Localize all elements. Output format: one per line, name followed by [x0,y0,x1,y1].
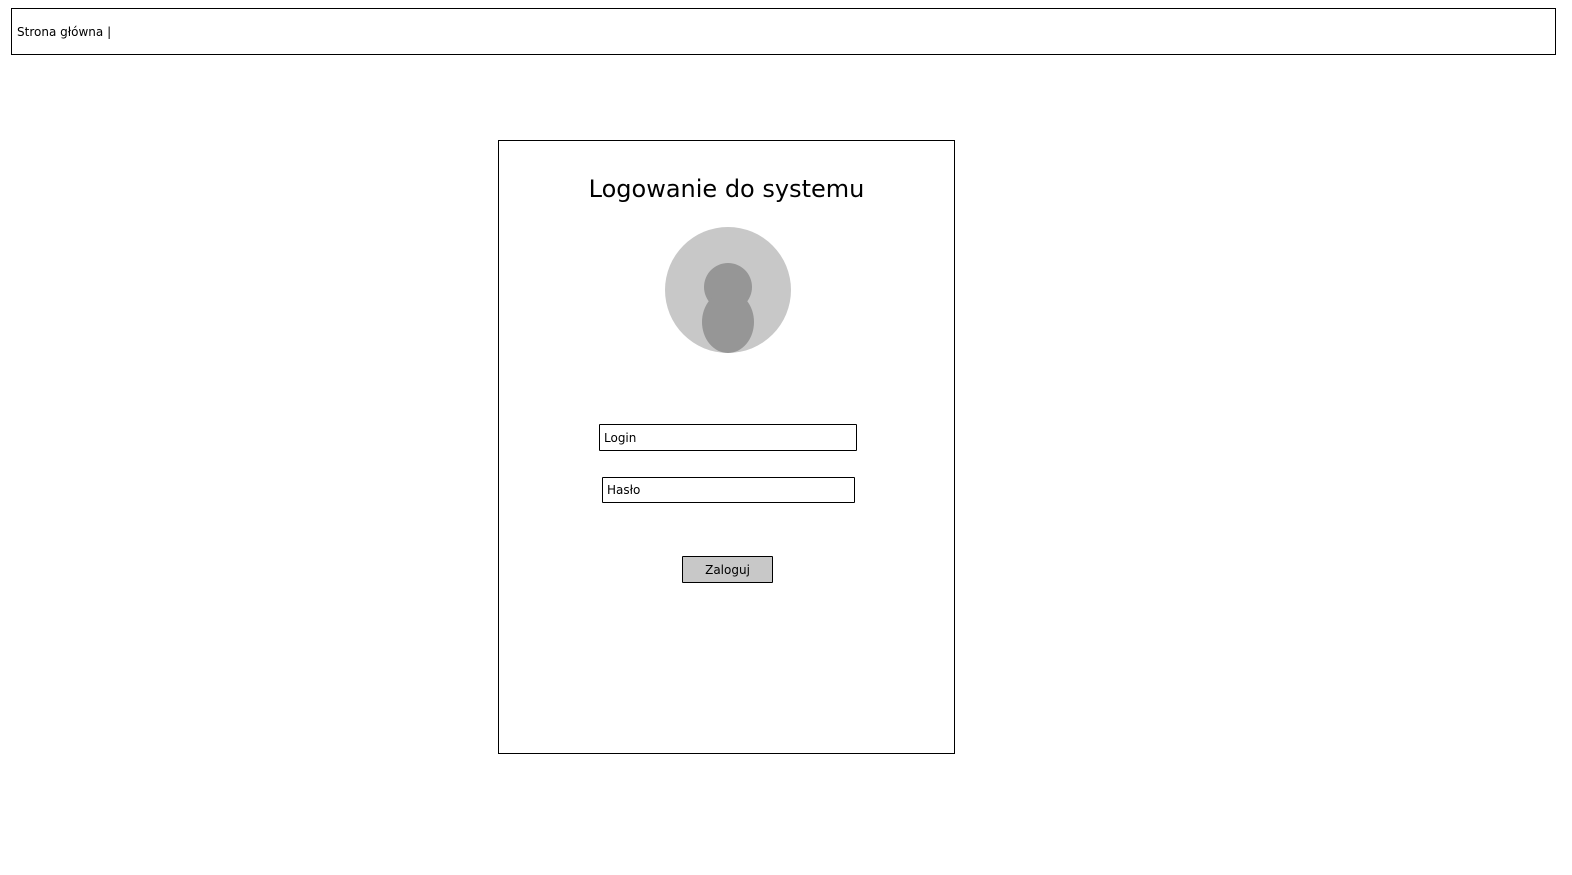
login-button[interactable]: Zaloguj [682,556,773,583]
top-navigation-bar: Strona główna | [11,8,1556,55]
password-field[interactable] [602,477,855,503]
breadcrumb[interactable]: Strona główna | [17,24,111,40]
login-field[interactable] [599,424,857,451]
page-title: Logowanie do systemu [588,175,865,203]
login-panel: Logowanie do systemu Zaloguj [498,140,955,754]
user-avatar-icon [665,227,791,353]
